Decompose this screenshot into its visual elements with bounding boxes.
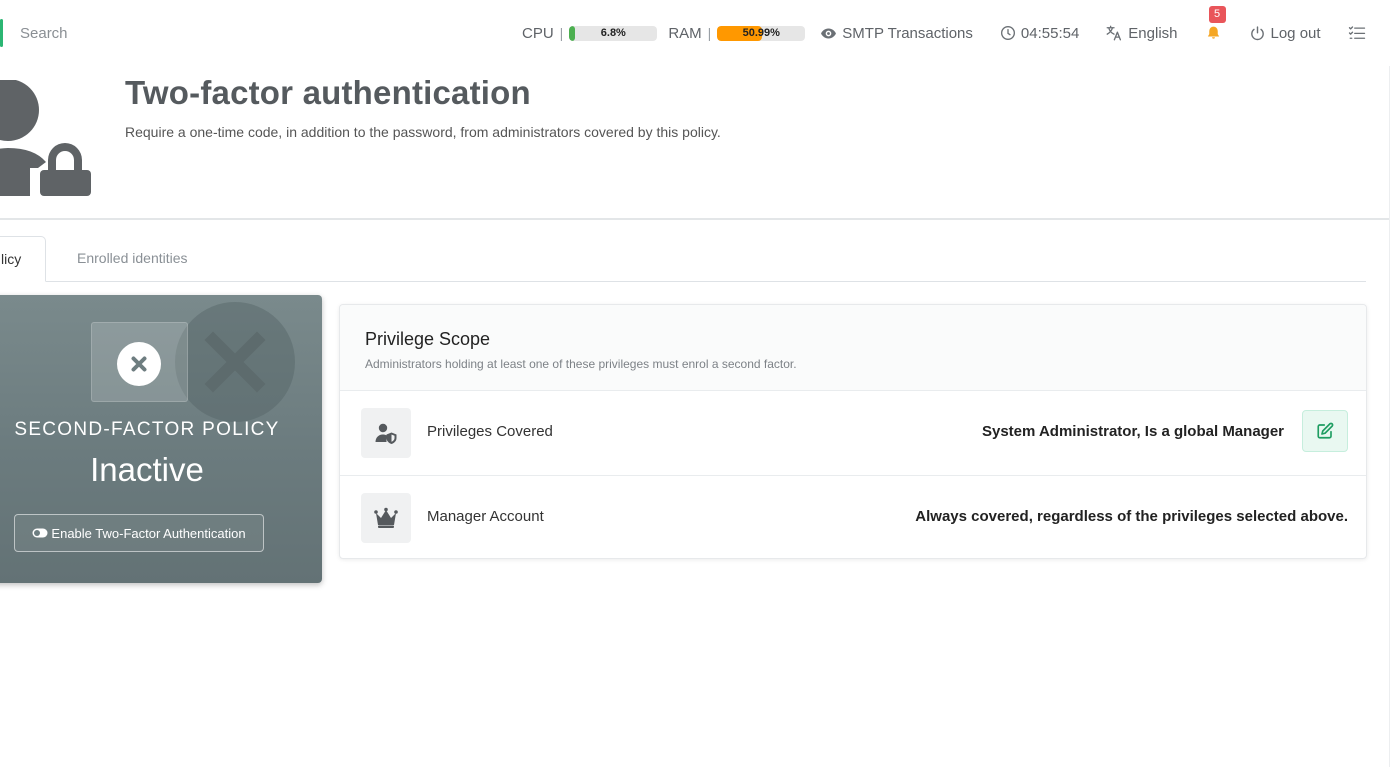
top-bar-status: CPU | 6.8% RAM | 50.99% SMTP Transaction… — [522, 0, 1371, 66]
x-icon — [131, 356, 147, 372]
translate-icon — [1106, 25, 1122, 41]
page-subtitle: Require a one-time code, in addition to … — [125, 124, 721, 140]
user-lock-icon — [0, 80, 91, 196]
power-icon — [1250, 25, 1264, 40]
status-icon-circle — [117, 342, 161, 386]
page-title: Two-factor authentication — [125, 74, 531, 111]
search-input[interactable] — [10, 18, 310, 48]
search-accent-bar — [0, 19, 3, 47]
privilege-scope-card: Privilege Scope Administrators holding a… — [339, 304, 1367, 559]
crown-icon — [361, 493, 411, 543]
privilege-scope-subtitle: Administrators holding at least one of t… — [365, 357, 797, 371]
ram-separator: | — [707, 25, 712, 41]
cpu-meter: 6.8% — [569, 25, 658, 41]
bell-icon — [1207, 26, 1219, 39]
manager-account-label: Manager Account — [427, 508, 544, 525]
smtp-transactions-link[interactable]: SMTP Transactions — [820, 25, 973, 42]
privileges-covered-row: Privileges Covered System Administrator,… — [340, 391, 1366, 476]
language-selector[interactable]: English — [1105, 24, 1178, 42]
language-label: English — [1128, 24, 1178, 42]
status-value: Inactive — [90, 451, 204, 488]
privilege-scope-header: Privilege Scope Administrators holding a… — [340, 305, 1366, 391]
edit-privileges-button[interactable] — [1302, 410, 1348, 452]
tab-enrolled-identities[interactable]: Enrolled identities — [77, 236, 188, 282]
smtp-transactions-label: SMTP Transactions — [842, 24, 973, 42]
task-list-button[interactable] — [1348, 25, 1371, 41]
large-x-icon — [204, 331, 266, 393]
status-eyebrow: SECOND-FACTOR POLICY — [14, 419, 280, 440]
checklist-icon — [1348, 26, 1365, 39]
toggle-icon — [32, 528, 48, 538]
clock-icon — [1000, 26, 1015, 40]
clock-time: 04:55:54 — [1020, 24, 1080, 42]
privileges-covered-label: Privileges Covered — [427, 423, 553, 440]
tab-enrolled-identities-label: Enrolled identities — [77, 250, 188, 266]
notifications-badge: 5 — [1208, 6, 1226, 23]
enable-two-factor-label: Enable Two-Factor Authentication — [51, 525, 246, 541]
edit-icon — [1317, 422, 1334, 439]
tab-policy[interactable]: licy — [0, 236, 46, 282]
privilege-scope-title: Privilege Scope — [365, 329, 491, 349]
top-bar: CPU | 6.8% RAM | 50.99% SMTP Transaction… — [0, 0, 1400, 66]
header-divider — [0, 218, 1390, 220]
ram-value: 50.99% — [742, 26, 780, 39]
ram-label: RAM — [668, 24, 702, 42]
notifications-button[interactable]: 5 — [1205, 6, 1226, 42]
logout-label: Log out — [1270, 24, 1321, 42]
tab-policy-label: licy — [1, 251, 22, 267]
ram-meter: 50.99% — [717, 25, 806, 41]
second-factor-status-card: SECOND-FACTOR POLICY Inactive Enable Two… — [0, 295, 322, 583]
manager-account-row: Manager Account Always covered, regardle… — [340, 476, 1366, 561]
enable-two-factor-button[interactable]: Enable Two-Factor Authentication — [14, 514, 264, 552]
cpu-separator: | — [559, 25, 564, 41]
cpu-value: 6.8% — [600, 26, 626, 39]
tab-bar: licy Enrolled identities — [0, 236, 1366, 282]
cpu-label: CPU — [522, 24, 554, 42]
manager-account-value: Always covered, regardless of the privil… — [915, 508, 1348, 525]
user-shield-icon — [361, 408, 411, 458]
eye-icon — [821, 28, 837, 38]
logout-button[interactable]: Log out — [1249, 25, 1321, 42]
status-backdrop-circle — [175, 302, 295, 422]
clock: 04:55:54 — [1000, 25, 1079, 42]
privileges-covered-value: System Administrator, Is a global Manage… — [981, 423, 1284, 440]
scroll-edge — [1389, 66, 1390, 767]
